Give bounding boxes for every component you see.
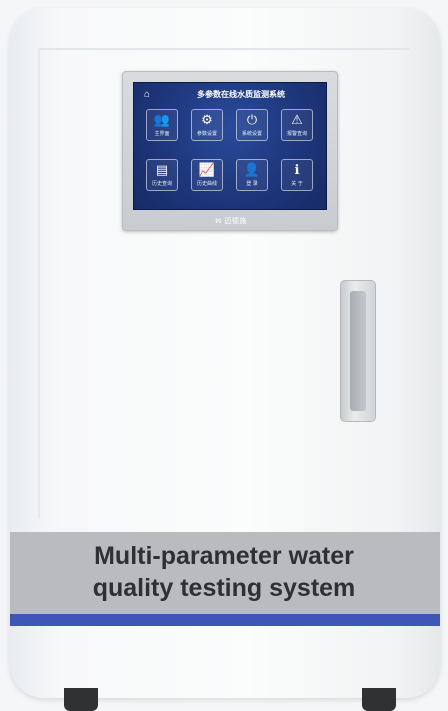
tile-login[interactable]: 👤 登 录 [236, 159, 268, 191]
user-icon: 👤 [243, 163, 261, 178]
cabinet-leg-right [362, 688, 396, 711]
tile-parameter-settings[interactable]: ⚙ 参数设置 [191, 109, 223, 141]
tile-label: 参数设置 [196, 131, 217, 137]
alarm-icon: ⚠ [291, 113, 303, 128]
door-handle[interactable] [340, 280, 376, 422]
touch-screen: ⌂ 多参数在线水质监测系统 👥 主界面 ⚙ 参数设置 ⏻ 系统设置 ⚠ 报警查询… [133, 82, 327, 210]
screen-title: 多参数在线水质监测系统 [197, 90, 285, 99]
touch-panel: ⌂ 多参数在线水质监测系统 👥 主界面 ⚙ 参数设置 ⏻ 系统设置 ⚠ 报警查询… [122, 71, 338, 231]
tile-label: 历史查询 [151, 181, 172, 187]
door-seam-left [38, 48, 40, 518]
cabinet-leg-left [64, 688, 98, 711]
tile-label: 登 录 [246, 181, 258, 187]
scene: ⌂ 多参数在线水质监测系统 👥 主界面 ⚙ 参数设置 ⏻ 系统设置 ⚠ 报警查询… [0, 0, 448, 711]
history-icon: ▤ [155, 163, 169, 178]
tile-label: 历史曲线 [196, 181, 217, 187]
tile-label: 关 于 [291, 181, 303, 187]
door-seam [38, 48, 410, 50]
tile-system-settings[interactable]: ⏻ 系统设置 [236, 109, 268, 141]
tile-about[interactable]: ℹ 关 于 [281, 159, 313, 191]
handle-grip [350, 291, 366, 411]
product-label-line2: quality testing system [92, 574, 356, 602]
tile-main[interactable]: 👥 主界面 [146, 109, 178, 141]
users-icon: 👥 [153, 113, 171, 128]
gear-icon: ⚙ [201, 113, 213, 128]
tile-history-curve[interactable]: 📈 历史曲线 [191, 159, 223, 191]
home-icon[interactable]: ⌂ [140, 89, 154, 101]
tile-alarm-query[interactable]: ⚠ 报警查询 [281, 109, 313, 141]
tile-label: 报警查询 [286, 131, 307, 137]
blue-stripe [10, 614, 440, 626]
tile-label: 系统设置 [241, 131, 262, 137]
info-icon: ℹ [294, 163, 300, 178]
tile-history-query[interactable]: ▤ 历史查询 [146, 159, 178, 191]
power-icon: ⏻ [246, 113, 258, 128]
chart-icon: 📈 [198, 163, 216, 178]
tile-label: 主界面 [154, 131, 170, 137]
product-label: Multi-parameter water quality testing sy… [18, 540, 430, 608]
product-label-line1: Multi-parameter water [94, 542, 354, 570]
brand-logo: ꟽ 迈德施 [215, 217, 247, 225]
